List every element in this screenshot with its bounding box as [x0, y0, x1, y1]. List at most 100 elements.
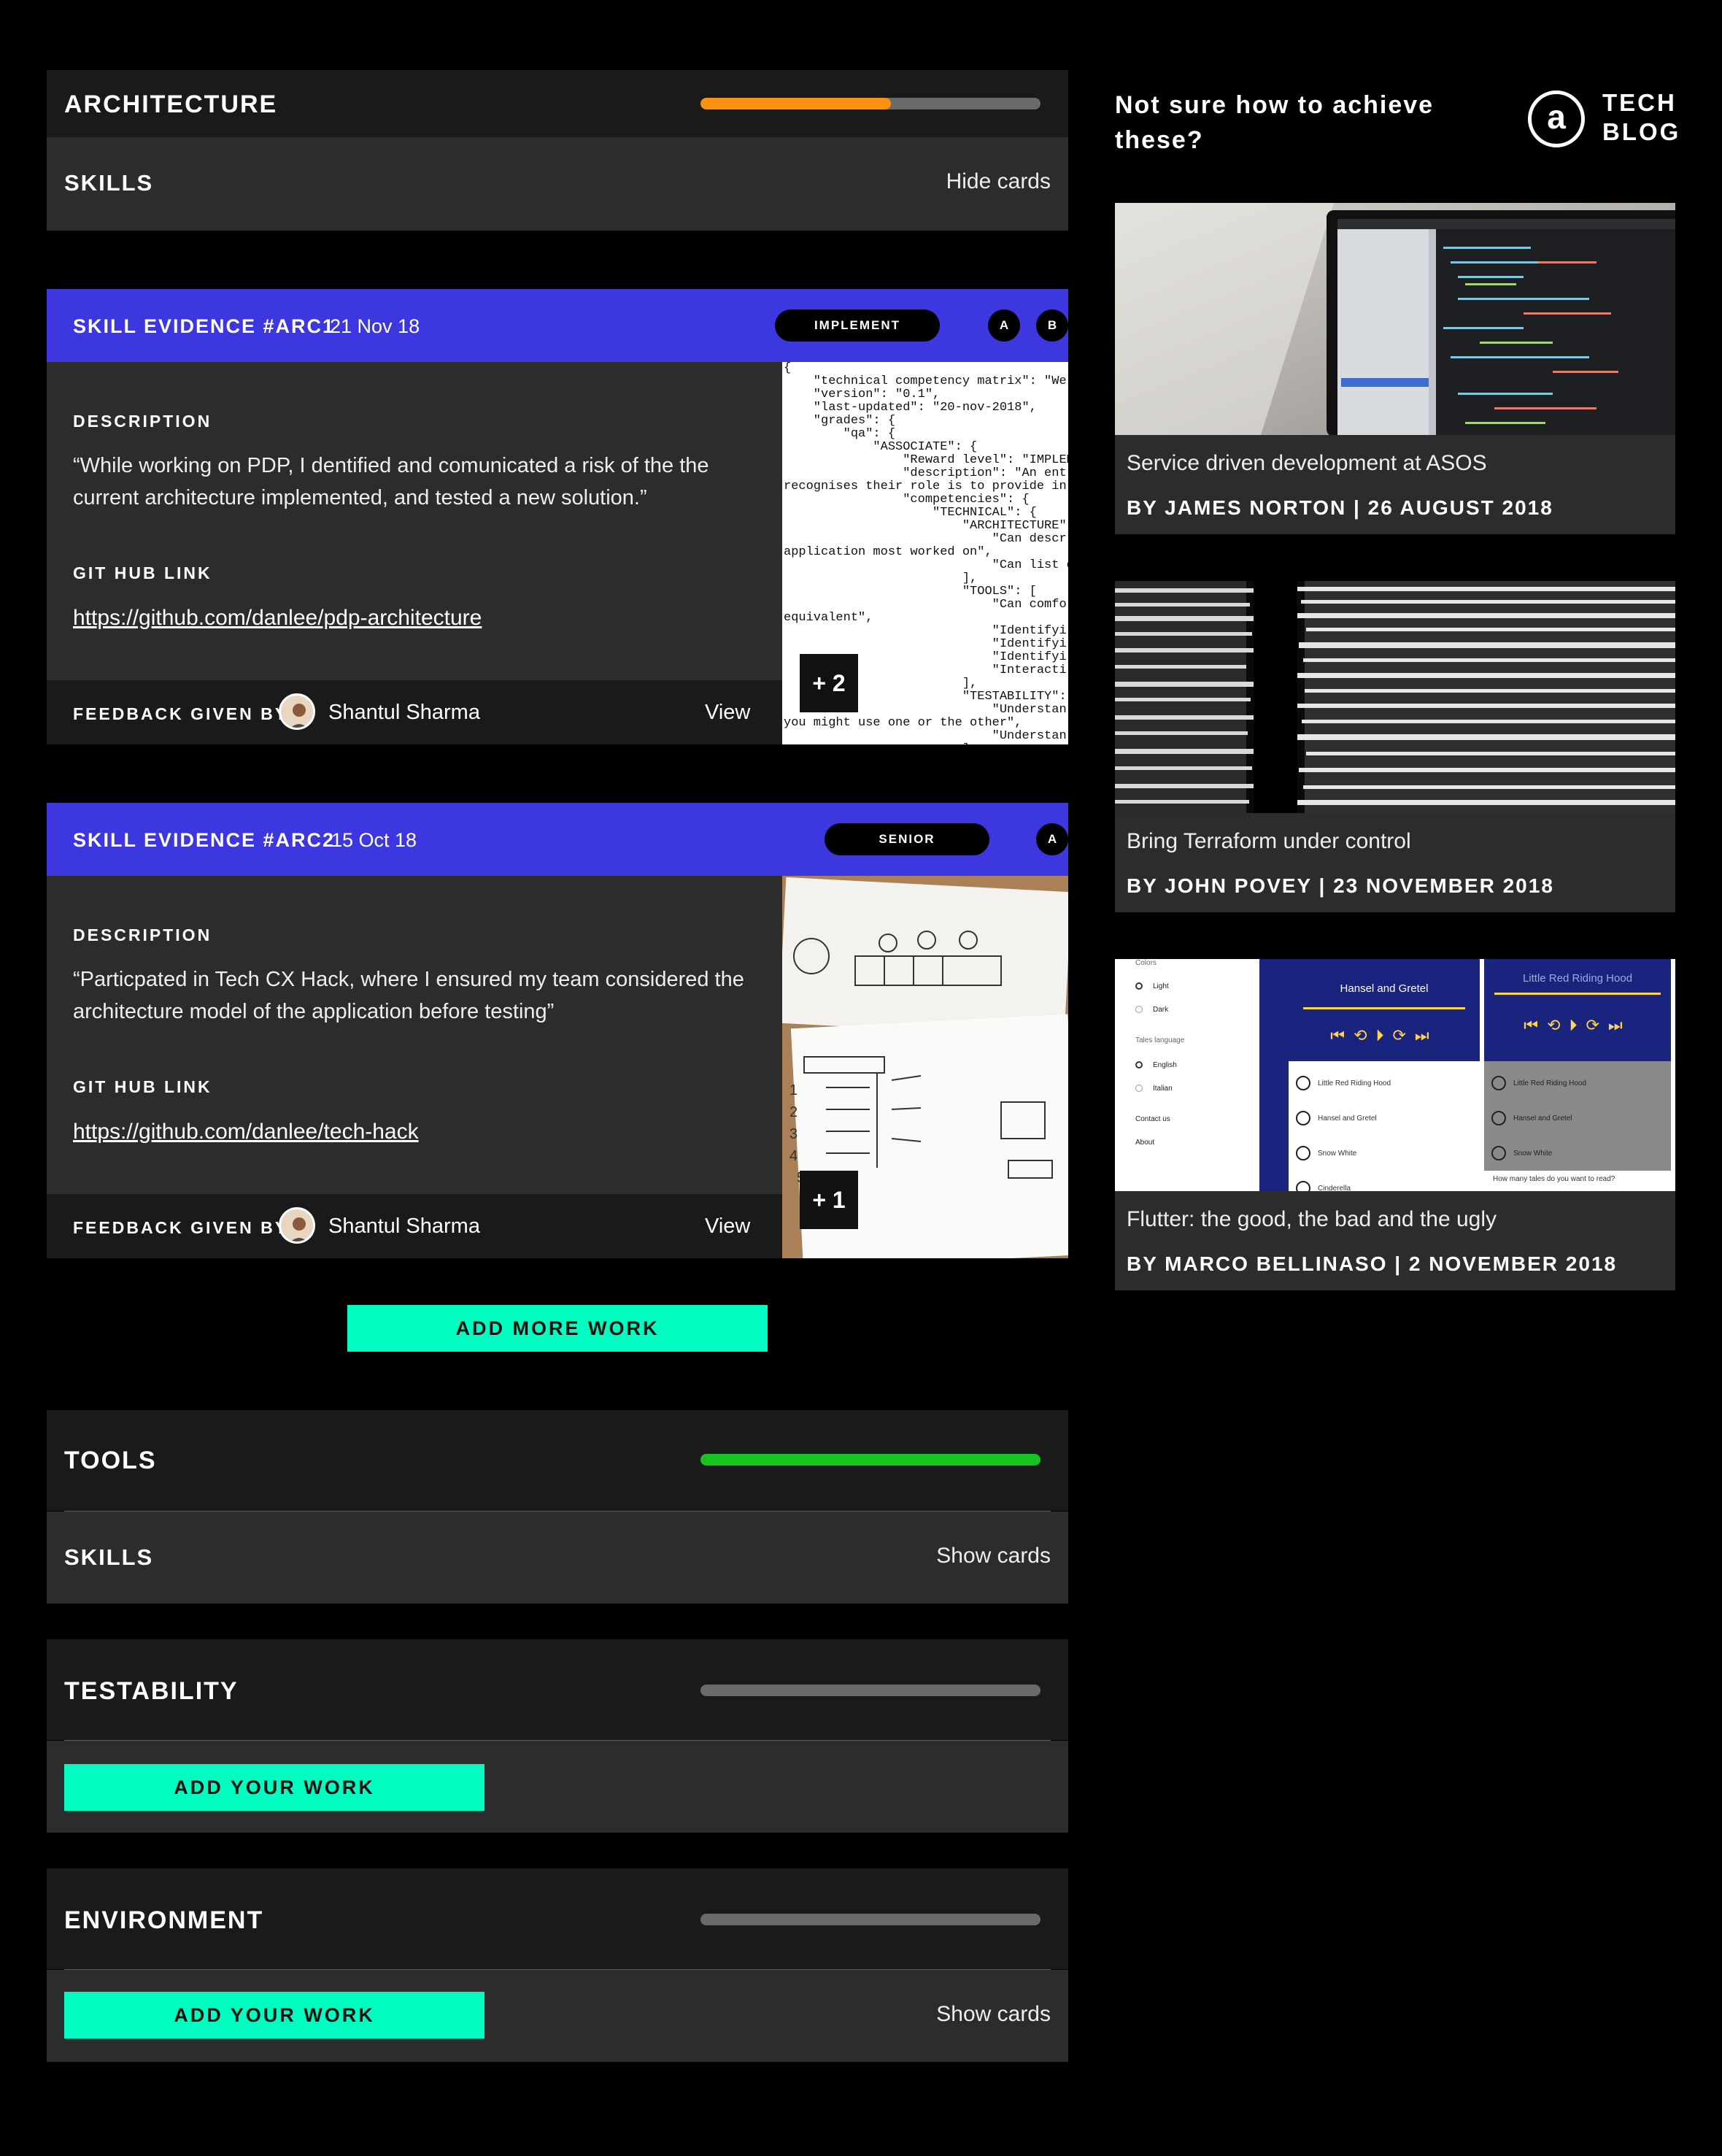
radio-english: English: [1135, 1061, 1177, 1069]
list-item: Little Red Riding Hood: [1296, 1069, 1391, 1098]
description-label: DESCRIPTION: [73, 412, 212, 431]
drawer-about: About: [1135, 1139, 1155, 1147]
level-badge: SENIOR: [825, 823, 989, 855]
grade-badge: A: [988, 309, 1020, 342]
skills-label: SKILLS: [64, 170, 154, 196]
logo-line-1: TECH: [1602, 89, 1677, 116]
article-title: Flutter: the good, the bad and the ugly: [1127, 1207, 1497, 1231]
add-more-work-button[interactable]: ADD MORE WORK: [347, 1305, 768, 1352]
tech-blog-logo[interactable]: a TECH BLOG: [1528, 86, 1681, 152]
list-item-title: Hansel and Gretel: [1318, 1114, 1377, 1123]
player-controls: ⏮⟲⏵⟳⏭: [1524, 1016, 1632, 1034]
article-byline: BY JOHN POVEY | 23 NOVEMBER 2018: [1127, 874, 1554, 897]
phone-screen-settings: Colors Light Dark Tales language English…: [1115, 959, 1289, 1191]
git-hub-link[interactable]: https://github.com/danlee/pdp-architectu…: [73, 606, 482, 631]
play-circle-icon: [1491, 1146, 1506, 1160]
player-story-title: Hansel and Gretel: [1340, 982, 1429, 995]
svg-text:2: 2: [789, 1104, 798, 1120]
drawer-colors-label: Colors: [1135, 959, 1157, 967]
blog-article-card[interactable]: Bring Terraform under control BY JOHN PO…: [1115, 581, 1675, 912]
logo-line-2: BLOG: [1602, 118, 1681, 145]
feedback-row: FEEDBACK GIVEN BY Shantul Sharma View: [47, 1194, 782, 1258]
play-circle-icon: [1491, 1111, 1506, 1125]
option-english: English: [1153, 1061, 1177, 1069]
show-cards-toggle[interactable]: Show cards: [936, 1544, 1051, 1568]
testability-action-row: ADD YOUR WORK: [47, 1741, 1068, 1833]
feedback-label: FEEDBACK GIVEN BY: [73, 704, 289, 723]
evidence-header: SKILL EVIDENCE #ARC1 21 Nov 18 IMPLEMENT…: [47, 289, 1068, 362]
evidence-description: “While working on PDP, I dentified and c…: [73, 454, 709, 509]
skill-evidence-card: SKILL EVIDENCE #ARC1 21 Nov 18 IMPLEMENT…: [47, 289, 1068, 744]
evidence-attachment-code-image[interactable]: { "technical competency matrix": "We "ve…: [782, 362, 1068, 744]
list-item: Little Red Riding Hood: [1491, 1069, 1586, 1098]
feedback-row: FEEDBACK GIVEN BY Shantul Sharma View: [47, 680, 782, 744]
play-circle-icon: [1296, 1146, 1310, 1160]
more-attachments-badge[interactable]: + 1: [800, 1171, 858, 1229]
option-italian: Italian: [1153, 1085, 1173, 1093]
skill-evidence-card: SKILL EVIDENCE #ARC2 15 Oct 18 SENIOR A …: [47, 803, 1068, 1258]
play-circle-icon: [1491, 1076, 1506, 1090]
player-story-title: Little Red Riding Hood: [1522, 972, 1633, 985]
git-hub-link[interactable]: https://github.com/danlee/tech-hack: [73, 1120, 419, 1144]
option-light: Light: [1153, 982, 1169, 990]
svg-text:4: 4: [789, 1148, 798, 1164]
at-sign-icon: a: [1528, 91, 1585, 147]
tools-progress-bar: [700, 1454, 1040, 1466]
show-cards-toggle[interactable]: Show cards: [936, 2002, 1051, 2027]
list-item: Cinderella: [1296, 1174, 1351, 1191]
grade-badge: A: [1036, 823, 1068, 855]
architecture-header: ARCHITECTURE: [47, 70, 1068, 137]
logo-mark: a: [1547, 98, 1566, 136]
list-item-title: Little Red Riding Hood: [1318, 1079, 1391, 1087]
more-attachments-badge[interactable]: + 2: [800, 654, 858, 712]
skills-label: SKILLS: [64, 1544, 154, 1570]
radio-italian: Italian: [1135, 1085, 1173, 1093]
level-badge: IMPLEMENT: [775, 309, 940, 342]
feedback-label: FEEDBACK GIVEN BY: [73, 1218, 289, 1237]
tools-skills-row: SKILLS Show cards: [47, 1512, 1068, 1603]
blog-article-card[interactable]: Service driven development at ASOS BY JA…: [1115, 203, 1675, 534]
svg-text:3: 3: [789, 1126, 798, 1142]
add-your-work-button[interactable]: ADD YOUR WORK: [64, 1764, 484, 1811]
player-progress: [1303, 1007, 1465, 1009]
description-label: DESCRIPTION: [73, 925, 212, 944]
environment-title: ENVIRONMENT: [64, 1906, 264, 1934]
blog-article-card[interactable]: Colors Light Dark Tales language English…: [1115, 959, 1675, 1290]
radio-dark: Dark: [1135, 1006, 1168, 1014]
article-byline: BY JAMES NORTON | 26 AUGUST 2018: [1127, 496, 1553, 519]
player-header: Little Red Riding Hood ⏮⟲⏵⟳⏭: [1484, 959, 1671, 1061]
hide-cards-toggle[interactable]: Hide cards: [946, 169, 1051, 194]
list-item-title: Snow White: [1513, 1149, 1553, 1158]
view-feedback-link[interactable]: View: [705, 1214, 750, 1239]
environment-progress-bar: [700, 1914, 1040, 1925]
player-progress: [1494, 993, 1661, 995]
evidence-date: 21 Nov 18: [330, 315, 420, 337]
article-image-paper-stacks: [1115, 581, 1675, 813]
list-item: Hansel and Gretel: [1296, 1104, 1377, 1133]
play-circle-icon: [1296, 1181, 1310, 1191]
list-item-title: Cinderella: [1318, 1184, 1351, 1192]
evidence-attachment-sketch-image[interactable]: 12345 + 1: [782, 876, 1068, 1258]
testability-title: TESTABILITY: [64, 1677, 239, 1705]
environment-action-row: ADD YOUR WORK Show cards: [47, 1970, 1068, 2062]
testability-header: TESTABILITY: [47, 1639, 1068, 1740]
player-list: Little Red Riding Hood Hansel and Gretel S…: [1484, 1061, 1671, 1171]
evidence-title: SKILL EVIDENCE #ARC2: [73, 829, 336, 851]
article-image-flutter-screens: Colors Light Dark Tales language English…: [1115, 959, 1675, 1191]
git-hub-link-label: GIT HUB LINK: [73, 563, 212, 582]
article-byline: BY MARCO BELLINASO | 2 NOVEMBER 2018: [1127, 1252, 1618, 1275]
evidence-description: “Particpated in Tech CX Hack, where I en…: [73, 968, 744, 1023]
list-item: Snow White: [1296, 1139, 1356, 1168]
drawer-language-label: Tales language: [1135, 1036, 1185, 1044]
git-hub-link-label: GIT HUB LINK: [73, 1077, 212, 1096]
environment-header: ENVIRONMENT: [47, 1868, 1068, 1969]
tools-progress-fill: [700, 1454, 1040, 1466]
list-item: Snow White: [1491, 1139, 1552, 1168]
list-item: Hansel and Gretel: [1491, 1104, 1572, 1133]
evidence-title: SKILL EVIDENCE #ARC1: [73, 315, 336, 337]
question-text: How many tales do you want to read?: [1493, 1175, 1615, 1183]
add-your-work-button[interactable]: ADD YOUR WORK: [64, 1992, 484, 2038]
evidence-date: 15 Oct 18: [331, 829, 417, 851]
view-feedback-link[interactable]: View: [705, 701, 750, 725]
list-item-title: Hansel and Gretel: [1513, 1114, 1572, 1123]
